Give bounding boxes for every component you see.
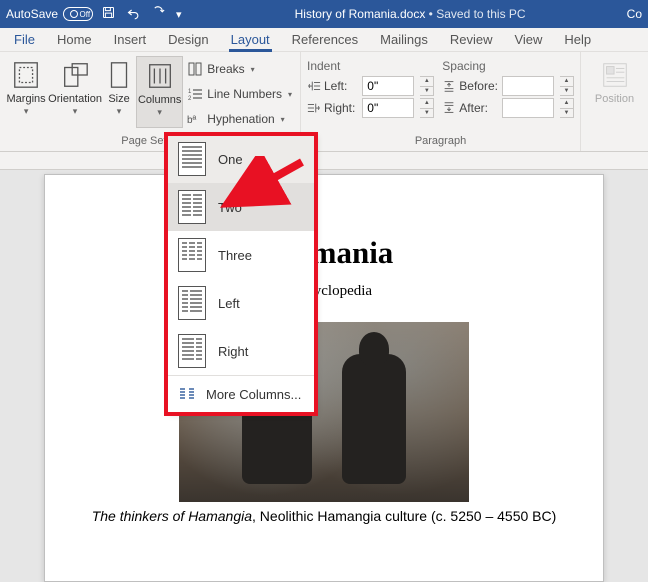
spacing-header: Spacing <box>442 59 498 73</box>
group-label: Paragraph <box>307 135 574 149</box>
toggle-off-icon: Off <box>63 7 93 21</box>
tab-layout[interactable]: Layout <box>221 29 280 51</box>
indent-right-input[interactable] <box>362 98 414 118</box>
document-area[interactable]: f Romania ee encyclopedia The thinkers o… <box>0 152 648 582</box>
chevron-down-icon: ▾ <box>24 108 29 114</box>
columns-three-icon <box>178 238 206 272</box>
undo-icon[interactable] <box>126 5 141 23</box>
margins-button[interactable]: Margins ▾ <box>6 56 46 128</box>
spacing-after-input[interactable] <box>502 98 554 118</box>
redo-icon[interactable] <box>151 5 166 23</box>
columns-right-icon <box>178 334 206 368</box>
indent-left-label: Left: <box>307 79 358 93</box>
page-title: f Romania <box>85 235 563 271</box>
tab-home[interactable]: Home <box>47 29 102 51</box>
position-button: Position <box>587 56 642 105</box>
tab-view[interactable]: View <box>504 29 552 51</box>
ribbon-tabs: File Home Insert Design Layout Reference… <box>0 28 648 52</box>
group-paragraph: Indent Left: ▲▼ Right: ▲▼ Spacing Before… <box>301 52 581 151</box>
chevron-down-icon: ▾ <box>117 108 122 114</box>
columns-more-option[interactable]: More Columns... <box>168 376 314 412</box>
spinner[interactable]: ▲▼ <box>420 76 434 96</box>
line-numbers-button[interactable]: 12 Line Numbers▾ <box>185 84 294 104</box>
ribbon: Margins ▾ Orientation ▾ Size ▾ Columns ▾ <box>0 52 648 152</box>
indent-left-input[interactable] <box>362 76 414 96</box>
columns-one-icon <box>178 142 206 176</box>
spinner[interactable]: ▲▼ <box>420 98 434 118</box>
image-caption: The thinkers of Hamangia, Neolithic Hama… <box>85 508 563 526</box>
autosave-label: AutoSave <box>6 7 58 21</box>
title-bar: AutoSave Off ▾ History of Romania.docx •… <box>0 0 648 28</box>
spinner[interactable]: ▲▼ <box>560 98 574 118</box>
document-page[interactable]: f Romania ee encyclopedia The thinkers o… <box>44 174 604 582</box>
qat-dropdown-icon[interactable]: ▾ <box>176 8 182 21</box>
document-title: History of Romania.docx • Saved to this … <box>194 7 627 21</box>
hyphenation-button[interactable]: bª Hyphenation▾ <box>185 109 294 129</box>
svg-text:1: 1 <box>188 89 192 95</box>
breaks-button[interactable]: Breaks▾ <box>185 59 294 79</box>
title-right: Co <box>627 7 642 21</box>
columns-dropdown-menu: One Two Three Left Right More Columns... <box>167 134 315 413</box>
columns-option-two[interactable]: Two <box>168 183 314 231</box>
svg-text:2: 2 <box>188 96 192 102</box>
group-arrange: Position <box>581 52 648 151</box>
spacing-before-label: Before: <box>442 79 498 93</box>
chevron-down-icon: ▾ <box>73 108 78 114</box>
save-icon[interactable] <box>101 5 116 23</box>
chevron-down-icon: ▾ <box>157 109 162 115</box>
tab-references[interactable]: References <box>282 29 368 51</box>
page-subtitle: ee encyclopedia <box>85 283 563 300</box>
columns-left-icon <box>178 286 206 320</box>
columns-option-right[interactable]: Right <box>168 327 314 375</box>
spacing-before-input[interactable] <box>502 76 554 96</box>
columns-two-icon <box>178 190 206 224</box>
indent-right-label: Right: <box>307 101 358 115</box>
autosave-toggle[interactable]: AutoSave Off <box>6 7 93 21</box>
columns-option-left[interactable]: Left <box>168 279 314 327</box>
quick-access-toolbar: ▾ <box>101 5 182 23</box>
tab-help[interactable]: Help <box>554 29 601 51</box>
tab-insert[interactable]: Insert <box>104 29 157 51</box>
columns-button[interactable]: Columns ▾ <box>136 56 183 128</box>
svg-text:bª: bª <box>187 115 197 126</box>
indent-header: Indent <box>307 59 358 73</box>
tab-review[interactable]: Review <box>440 29 503 51</box>
orientation-button[interactable]: Orientation ▾ <box>48 56 102 128</box>
spinner[interactable]: ▲▼ <box>560 76 574 96</box>
ruler[interactable] <box>0 152 648 170</box>
columns-option-three[interactable]: Three <box>168 231 314 279</box>
size-button[interactable]: Size ▾ <box>104 56 134 128</box>
tab-mailings[interactable]: Mailings <box>370 29 438 51</box>
tab-file[interactable]: File <box>4 29 45 51</box>
columns-option-one[interactable]: One <box>168 135 314 183</box>
spacing-after-label: After: <box>442 101 498 115</box>
tab-design[interactable]: Design <box>158 29 218 51</box>
